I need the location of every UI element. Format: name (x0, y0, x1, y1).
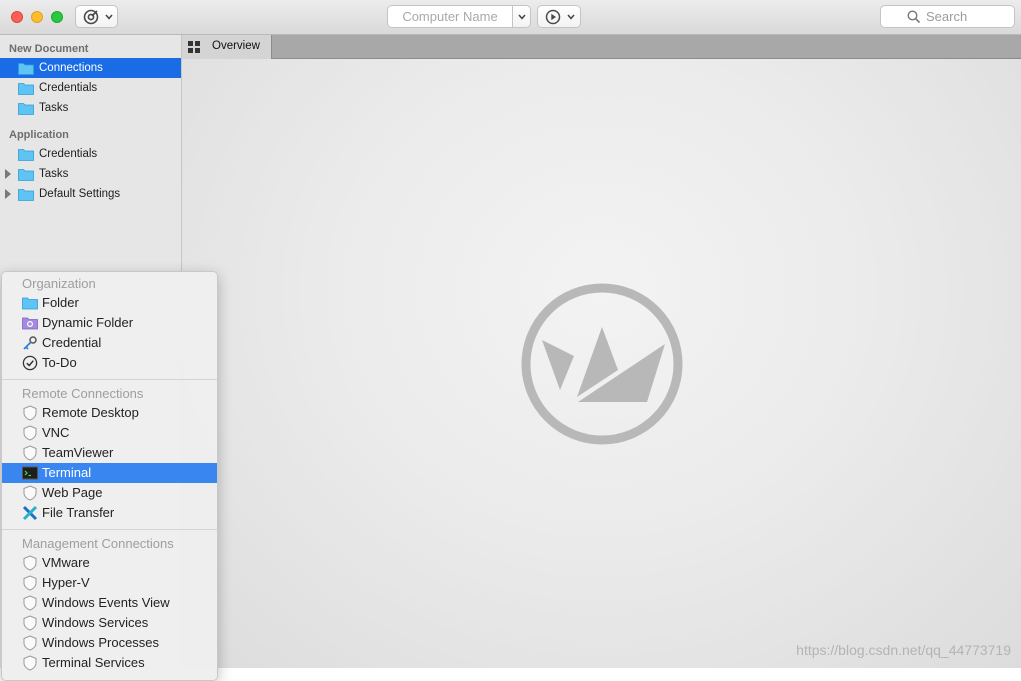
menu-item-label: Credential (42, 335, 102, 350)
sidebar-item-label: Connections (39, 62, 103, 74)
folder-icon (18, 169, 34, 181)
folder-icon (18, 103, 34, 115)
menu-item-label: Folder (42, 295, 79, 310)
sidebar-item-label: Tasks (39, 168, 69, 180)
checkmark-circle-icon (22, 355, 38, 371)
menu-item-label: Terminal (42, 465, 92, 480)
search-icon (907, 10, 921, 24)
menu-item-label: Windows Events View (42, 595, 170, 610)
shield-icon (23, 485, 37, 501)
toolbar: Computer Name Search (0, 0, 1021, 35)
terminal-icon (22, 466, 38, 480)
watermark-text: https://blog.csdn.net/qq_44773719 (796, 642, 1011, 658)
chevron-down-icon (518, 14, 526, 20)
shield-icon (23, 615, 37, 631)
tab-label: Overview (212, 40, 260, 52)
menu-item-windows-processes[interactable]: Windows Processes (2, 633, 217, 653)
sidebar-item-label: Default Settings (39, 188, 121, 200)
computer-name-field[interactable]: Computer Name (387, 5, 513, 28)
menu-item-label: TeamViewer (42, 445, 114, 460)
sidebar-item-default-settings[interactable]: Default Settings (0, 184, 181, 204)
menu-item-terminal[interactable]: Terminal (2, 463, 217, 483)
shield-icon (23, 425, 37, 441)
folder-icon (18, 63, 34, 75)
menu-item-web-page[interactable]: Web Page (2, 483, 217, 503)
menu-separator (2, 529, 217, 530)
shield-icon (23, 575, 37, 591)
dynamic-folder-icon (22, 317, 38, 330)
shield-icon (23, 555, 37, 571)
menu-group-header: Management Connections (22, 536, 174, 551)
sidebar-section-header: New Document (9, 43, 89, 55)
folder-icon (18, 83, 34, 95)
add-entry-menu: Organization Folder Dynamic Folder Crede… (1, 271, 218, 681)
grid-icon (188, 41, 200, 53)
menu-item-hyper-v[interactable]: Hyper-V (2, 573, 217, 593)
tab-overview[interactable]: Overview (182, 35, 272, 59)
menu-item-credential[interactable]: Credential (2, 333, 217, 353)
search-placeholder: Search (926, 9, 968, 24)
folder-icon (18, 189, 34, 201)
menu-item-windows-events-view[interactable]: Windows Events View (2, 593, 217, 613)
menu-item-remote-desktop[interactable]: Remote Desktop (2, 403, 217, 423)
zoom-window-button[interactable] (51, 11, 63, 23)
search-field[interactable]: Search (880, 5, 1015, 28)
menu-item-teamviewer[interactable]: TeamViewer (2, 443, 217, 463)
sidebar-item-credentials[interactable]: Credentials (0, 78, 181, 98)
menu-item-windows-services[interactable]: Windows Services (2, 613, 217, 633)
key-icon (23, 336, 37, 350)
menu-item-dynamic-folder[interactable]: Dynamic Folder (2, 313, 217, 333)
menu-item-folder[interactable]: Folder (2, 293, 217, 313)
chevron-down-icon (567, 14, 575, 20)
menu-item-label: Remote Desktop (42, 405, 139, 420)
royal-ts-logo-icon (521, 283, 683, 445)
menu-item-vnc[interactable]: VNC (2, 423, 217, 443)
menu-item-label: Web Page (42, 485, 103, 500)
menu-item-label: To-Do (42, 355, 77, 370)
new-entry-icon (83, 9, 99, 25)
menu-item-label: Dynamic Folder (42, 315, 134, 330)
sidebar-section-header: Application (9, 129, 69, 141)
menu-item-label: Windows Processes (42, 635, 160, 650)
menu-item-terminal-services[interactable]: Terminal Services (2, 653, 217, 673)
tab-bar: Overview (182, 35, 1021, 59)
menu-item-label: File Transfer (42, 505, 115, 520)
menu-item-label: VNC (42, 425, 70, 440)
folder-icon (22, 297, 38, 310)
menu-item-label: Windows Services (42, 615, 149, 630)
computer-name-dropdown-button[interactable] (512, 5, 531, 28)
shield-icon (23, 405, 37, 421)
minimize-window-button[interactable] (31, 11, 43, 23)
shield-icon (23, 635, 37, 651)
sidebar-item-app-tasks[interactable]: Tasks (0, 164, 181, 184)
folder-icon (18, 149, 34, 161)
menu-item-vmware[interactable]: VMware (2, 553, 217, 573)
menu-item-label: VMware (42, 555, 90, 570)
file-transfer-icon (22, 505, 38, 521)
shield-icon (23, 655, 37, 671)
menu-separator (2, 379, 217, 380)
sidebar-item-tasks[interactable]: Tasks (0, 98, 181, 118)
menu-item-todo[interactable]: To-Do (2, 353, 217, 373)
sidebar-item-app-credentials[interactable]: Credentials (0, 144, 181, 164)
menu-group-header: Remote Connections (22, 386, 144, 401)
overview-panel: https://blog.csdn.net/qq_44773719 (182, 59, 1021, 668)
play-icon (545, 9, 561, 25)
sidebar-item-connections[interactable]: Connections (0, 58, 181, 78)
menu-group-header: Organization (22, 276, 96, 291)
connect-button[interactable] (537, 5, 581, 28)
close-window-button[interactable] (11, 11, 23, 23)
menu-item-label: Terminal Services (42, 655, 145, 670)
sidebar-item-label: Tasks (39, 102, 69, 114)
shield-icon (23, 595, 37, 611)
shield-icon (23, 445, 37, 461)
sidebar-item-label: Credentials (39, 82, 98, 94)
disclosure-triangle-icon[interactable] (5, 169, 11, 179)
menu-item-label: Hyper-V (42, 575, 90, 590)
disclosure-triangle-icon[interactable] (5, 189, 11, 199)
chevron-down-icon (105, 14, 113, 20)
new-entry-button[interactable] (75, 5, 118, 28)
menu-item-file-transfer[interactable]: File Transfer (2, 503, 217, 523)
sidebar-item-label: Credentials (39, 148, 98, 160)
